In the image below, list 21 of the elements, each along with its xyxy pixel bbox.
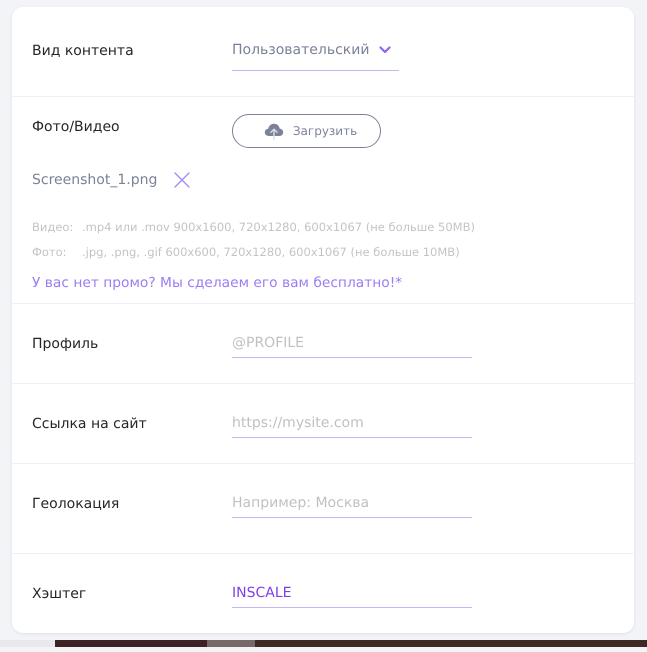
field-label: Ссылка на сайт	[32, 416, 147, 432]
upload-button[interactable]: Загрузить	[232, 114, 381, 148]
promo-link[interactable]: У вас нет промо? Мы сделаем его вам бесплатно!*	[32, 275, 402, 291]
hint-text: .jpg, .png, .gif 600x600, 720x1280, 600x1067 (не больше 10MB)	[82, 244, 460, 261]
text-field[interactable]: Например: Москва	[232, 491, 472, 518]
text-field[interactable]: INSCALE	[232, 581, 472, 608]
cloud-upload-icon	[264, 122, 284, 140]
dropdown[interactable]: Пользовательский	[232, 38, 399, 71]
field-label: Геолокация	[32, 496, 120, 512]
field-label: Хэштег	[32, 586, 86, 602]
hint-label: Фото:	[32, 244, 67, 261]
field-label: Вид контента	[32, 43, 134, 59]
chevron-down-icon	[379, 46, 391, 54]
text-field[interactable]: https://mysite.com	[232, 411, 472, 438]
hint-text: .mp4 или .mov 900x1600, 720x1280, 600x1067 (не больше 50MB)	[82, 219, 475, 236]
field-label: Профиль	[32, 336, 98, 352]
field-label: Фото/Видео	[32, 119, 120, 135]
close-icon[interactable]	[174, 172, 190, 188]
hint-label: Видео:	[32, 219, 74, 236]
text-field[interactable]: @PROFILE	[232, 331, 472, 358]
file-name: Screenshot_1.png	[32, 172, 158, 188]
